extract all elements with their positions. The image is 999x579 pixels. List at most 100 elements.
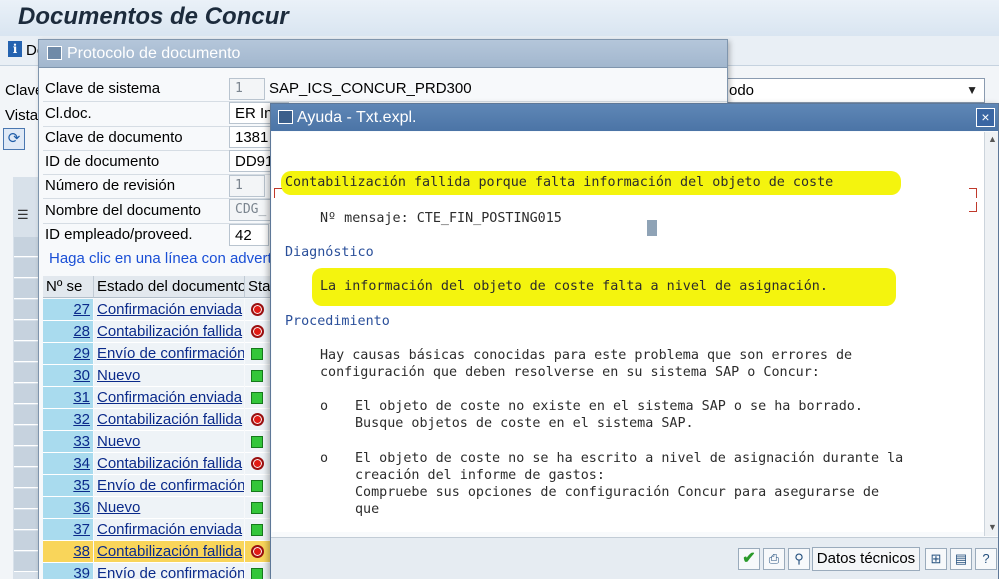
status-red-icon: [251, 303, 264, 316]
table-row[interactable]: 38 Contabilización fallida: [43, 541, 273, 563]
refresh-icon[interactable]: ⟳: [3, 128, 25, 150]
row-seq-number[interactable]: 27: [43, 299, 93, 321]
table-row[interactable]: 37 Confirmación enviada: [43, 519, 273, 541]
help-text-area: Contabilización fallida porque falta inf…: [272, 132, 984, 532]
row-seq-number[interactable]: 36: [43, 497, 93, 519]
row-selector[interactable]: [14, 321, 39, 341]
info-icon[interactable]: i: [8, 41, 22, 57]
table-row[interactable]: 31 Confirmación enviada: [43, 387, 273, 409]
row-document-state[interactable]: Envío de confirmación: [94, 343, 244, 365]
row-seq-number[interactable]: 34: [43, 453, 93, 475]
table-settings-icon[interactable]: ☰: [17, 207, 29, 223]
table-row[interactable]: 35 Envío de confirmación: [43, 475, 273, 497]
column-header-state[interactable]: Estado del documento: [94, 276, 245, 298]
table-row[interactable]: 29 Envío de confirmación: [43, 343, 273, 365]
row-status-cell: [245, 299, 273, 321]
table-row[interactable]: 33 Nuevo: [43, 431, 273, 453]
row-selector[interactable]: [14, 531, 39, 551]
column-header-status[interactable]: Stat: [245, 276, 273, 298]
selection-bracket: [969, 188, 977, 198]
table-row[interactable]: 30 Nuevo: [43, 365, 273, 387]
protocol-window-header[interactable]: Protocolo de documento: [39, 40, 727, 68]
row-selector[interactable]: [14, 258, 39, 278]
row-document-state[interactable]: Confirmación enviada: [94, 387, 244, 409]
row-selector[interactable]: [14, 237, 39, 257]
hierarchy-icon[interactable]: ⊞: [925, 548, 947, 570]
row-selector[interactable]: [14, 384, 39, 404]
row-selector[interactable]: [14, 447, 39, 467]
row-document-state[interactable]: Contabilización fallida: [94, 409, 244, 431]
scroll-up-icon[interactable]: ▲: [988, 134, 997, 144]
display-icon[interactable]: ▤: [950, 548, 972, 570]
help-icon[interactable]: ?: [975, 548, 997, 570]
table-row[interactable]: 36 Nuevo: [43, 497, 273, 519]
row-selector[interactable]: [14, 279, 39, 299]
row-status-cell: [245, 475, 273, 497]
help-dialog-header[interactable]: Ayuda - Txt.expl. ×: [271, 104, 998, 131]
row-seq-number[interactable]: 28: [43, 321, 93, 343]
row-status-cell: [245, 453, 273, 475]
bullet-line: El objeto de coste no se ha escrito a ni…: [355, 451, 904, 466]
selection-bracket: [969, 202, 977, 212]
bullet-line: creación del informe de gastos:: [355, 468, 605, 483]
status-red-icon: [251, 457, 264, 470]
row-selector-column: [13, 177, 40, 579]
column-header-seq[interactable]: Nº se: [43, 276, 94, 298]
confirm-check-icon[interactable]: ✔: [738, 548, 760, 570]
row-seq-number[interactable]: 35: [43, 475, 93, 497]
binoculars-icon[interactable]: ⚲: [788, 548, 810, 570]
row-seq-number[interactable]: 30: [43, 365, 93, 387]
row-selector[interactable]: [14, 552, 39, 572]
row-document-state[interactable]: Contabilización fallida: [94, 453, 244, 475]
row-document-state[interactable]: Envío de confirmación: [94, 563, 244, 579]
table-row[interactable]: 39 Envío de confirmación: [43, 563, 273, 579]
procedimiento-title: Procedimiento: [285, 314, 390, 329]
row-document-state[interactable]: Contabilización fallida: [94, 541, 244, 563]
row-selector[interactable]: [14, 342, 39, 362]
table-row[interactable]: 34 Contabilización fallida: [43, 453, 273, 475]
row-selector[interactable]: [14, 510, 39, 530]
row-seq-number[interactable]: 31: [43, 387, 93, 409]
help-scrollbar[interactable]: ▲ ▼: [984, 132, 998, 536]
row-seq-number[interactable]: 38: [43, 541, 93, 563]
row-seq-number[interactable]: 32: [43, 409, 93, 431]
bullet-line: Compruebe sus opciones de configuración …: [355, 485, 880, 500]
row-document-state[interactable]: Confirmación enviada: [94, 299, 244, 321]
status-green-icon: [251, 348, 263, 360]
chevron-down-icon[interactable]: ▼: [966, 83, 978, 97]
table-row[interactable]: 28 Contabilización fallida: [43, 321, 273, 343]
row-document-state[interactable]: Nuevo: [94, 365, 244, 387]
row-document-state[interactable]: Contabilización fallida: [94, 321, 244, 343]
row-document-state[interactable]: Nuevo: [94, 497, 244, 519]
bullet-marker: o: [320, 399, 329, 414]
row-document-state[interactable]: Nuevo: [94, 431, 244, 453]
close-button[interactable]: ×: [976, 108, 995, 127]
table-row[interactable]: 27 Confirmación enviada: [43, 299, 273, 321]
table-row[interactable]: 32 Contabilización fallida: [43, 409, 273, 431]
row-selector[interactable]: [14, 426, 39, 446]
row-seq-number[interactable]: 39: [43, 563, 93, 579]
scroll-down-icon[interactable]: ▼: [988, 522, 997, 532]
text-cursor: [647, 220, 657, 236]
row-selector[interactable]: [14, 468, 39, 488]
view-select-value: odo: [729, 82, 755, 99]
view-select[interactable]: odo ▼: [724, 78, 985, 103]
status-green-icon: [251, 568, 263, 579]
help-dialog-title: Ayuda - Txt.expl.: [297, 109, 417, 126]
row-document-state[interactable]: Envío de confirmación: [94, 475, 244, 497]
row-selector[interactable]: [14, 363, 39, 383]
bullet-line: El objeto de coste no existe en el siste…: [355, 399, 863, 414]
row-seq-number[interactable]: 29: [43, 343, 93, 365]
message-number: Nº mensaje: CTE_FIN_POSTING015: [320, 211, 562, 226]
status-green-icon: [251, 502, 263, 514]
field-value-box: 42: [229, 224, 269, 246]
row-seq-number[interactable]: 33: [43, 431, 93, 453]
print-icon[interactable]: ⎙: [763, 548, 785, 570]
row-selector[interactable]: [14, 405, 39, 425]
technical-data-button[interactable]: Datos técnicos: [812, 547, 920, 571]
row-document-state[interactable]: Confirmación enviada: [94, 519, 244, 541]
row-selector[interactable]: [14, 489, 39, 509]
row-seq-number[interactable]: 37: [43, 519, 93, 541]
field-value-box: 1: [229, 78, 265, 100]
row-selector[interactable]: [14, 300, 39, 320]
